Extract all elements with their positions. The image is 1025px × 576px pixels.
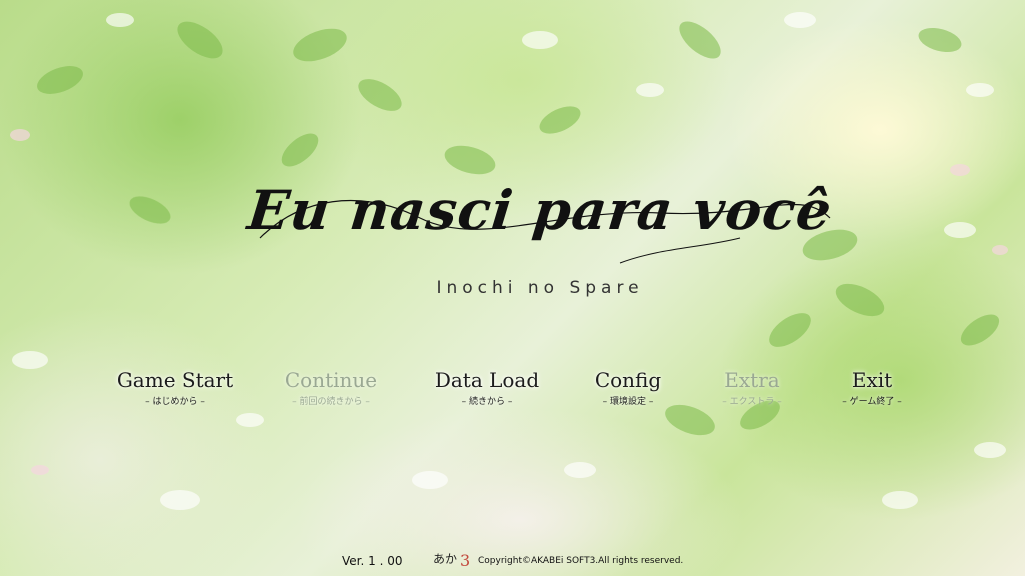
version-text: Ver. 1 . 00 bbox=[342, 554, 403, 568]
menu-label: Continue bbox=[284, 368, 378, 392]
menu-sublabel: – 続きから – bbox=[461, 397, 513, 407]
main-menu: Game Start – はじめから – Continue – 前回の続きから … bbox=[100, 368, 930, 418]
menu-sublabel: – ゲーム終了 – bbox=[842, 397, 902, 407]
game-logo: Eu nasci para você Inochi no Spare bbox=[240, 168, 840, 308]
svg-text:あか: あか bbox=[433, 552, 457, 566]
menu-sublabel: – 前回の続きから – bbox=[292, 397, 370, 407]
menu-game-start-button[interactable]: Game Start – はじめから – bbox=[100, 368, 250, 407]
menu-sublabel: – はじめから – bbox=[145, 397, 205, 407]
menu-data-load-button[interactable]: Data Load – 続きから – bbox=[412, 368, 562, 407]
menu-continue-button[interactable]: Continue – 前回の続きから – bbox=[256, 368, 406, 407]
menu-exit-button[interactable]: Exit – ゲーム終了 – bbox=[797, 368, 947, 407]
game-subtitle: Inochi no Spare bbox=[436, 278, 644, 298]
menu-label: Game Start bbox=[116, 368, 234, 392]
svg-text:3: 3 bbox=[460, 551, 470, 570]
footer: Ver. 1 . 00 あか 3 Copyright©AKABEi SOFT3.… bbox=[0, 551, 1025, 572]
menu-label: Exit bbox=[851, 368, 893, 392]
game-title: Eu nasci para você bbox=[244, 178, 836, 242]
copyright-text: Copyright©AKABEi SOFT3.All rights reserv… bbox=[478, 556, 684, 566]
menu-label: Data Load bbox=[434, 368, 540, 392]
akabei-soft3-logo: あか 3 bbox=[433, 551, 470, 570]
